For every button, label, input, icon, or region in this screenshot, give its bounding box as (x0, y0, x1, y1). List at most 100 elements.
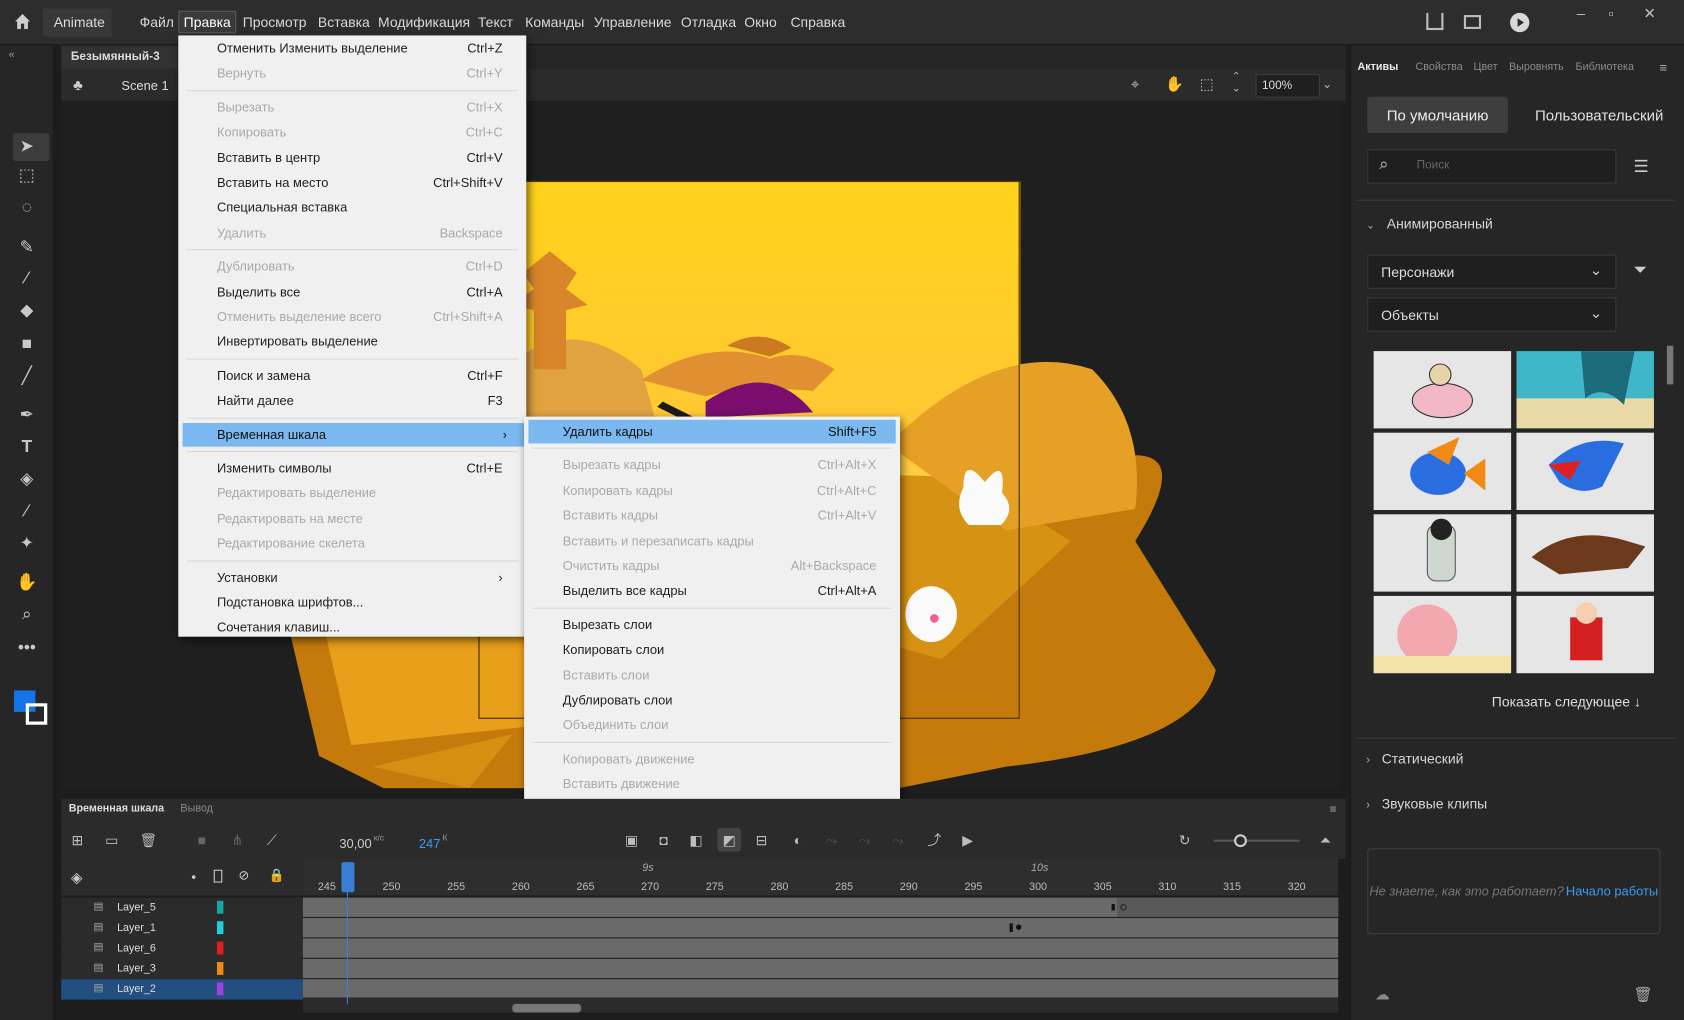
asset-search-field[interactable]: ⌕ Поиск (1367, 149, 1617, 184)
frame-value[interactable]: 247 (419, 836, 441, 851)
timeline-submenu-item[interactable]: Вырезать кадры Ctrl+Alt+X (524, 454, 900, 478)
help-link[interactable]: Начало работы (1566, 884, 1658, 899)
timeline-submenu-item[interactable]: Выделить все кадры Ctrl+Alt+A (524, 579, 900, 603)
remove-frame-icon[interactable]: ⊟ (753, 832, 770, 849)
layer-name[interactable]: Layer_3 (117, 963, 156, 975)
layer-color-swatch[interactable] (216, 962, 224, 975)
timeline-submenu-item[interactable]: Вырезать слои (524, 613, 900, 637)
center-stage-icon[interactable]: ⌖ (1131, 75, 1139, 93)
edit-menu-item[interactable]: Установки › (178, 565, 526, 589)
menu-debug[interactable]: Отладка (681, 14, 736, 30)
collapse-icon[interactable]: « (9, 49, 15, 61)
list-view-icon[interactable]: ☰ (1634, 156, 1649, 177)
new-folder-icon[interactable]: ▭ (103, 832, 120, 849)
panel-menu-icon[interactable]: ≡ (1659, 60, 1667, 75)
layer-color-swatch[interactable] (216, 941, 224, 955)
zoom-icon[interactable]: ⌕ (15, 603, 39, 627)
layer-row[interactable]: ▤ Layer_1 (61, 918, 303, 939)
shape-tween-icon[interactable]: ⤳ (889, 832, 906, 849)
layout-icon[interactable] (1463, 15, 1482, 29)
layer-row[interactable]: ▤ Layer_5 (61, 897, 303, 919)
timeline-submenu-item[interactable]: Копировать слои (524, 638, 900, 662)
edit-menu-item[interactable]: Вырезать Ctrl+X (178, 95, 526, 119)
tab-timeline[interactable]: Временная шкала (69, 803, 164, 815)
menu-file[interactable]: Файл (140, 14, 174, 30)
layer-track[interactable] (302, 958, 1339, 979)
doc-tab[interactable]: Безымянный-3 (61, 46, 180, 70)
menu-window[interactable]: Окно (744, 14, 776, 30)
asset-thumb-mummy[interactable] (1373, 514, 1512, 592)
test-movie-icon[interactable] (1510, 12, 1530, 33)
section-animated[interactable]: ⌄ Анимированный (1366, 216, 1493, 232)
asset-thumb-wolf[interactable] (1516, 514, 1654, 592)
layer-color-swatch[interactable] (216, 982, 224, 996)
timeline-submenu-item[interactable]: Вставить кадры Ctrl+Alt+V (524, 504, 900, 528)
tab-library[interactable]: Библиотека (1576, 61, 1634, 73)
maximize-icon[interactable]: ▫ (1598, 4, 1624, 23)
eraser-icon[interactable]: ◆ (15, 300, 39, 324)
rectangle-icon[interactable]: ■ (15, 333, 39, 357)
layer-row[interactable]: ▤ Layer_6 (61, 938, 303, 959)
asset-thumb-santa[interactable] (1516, 595, 1654, 674)
auto-keyframe-icon[interactable]: ◩ (721, 832, 738, 849)
edit-menu-item[interactable]: Вставить в центр Ctrl+V (178, 146, 526, 170)
tab-assets[interactable]: Активы (1358, 61, 1399, 73)
clip-stage-icon[interactable]: ⬚ (1200, 75, 1214, 93)
pin-icon[interactable]: ✦ (15, 533, 39, 557)
menu-text[interactable]: Текст (478, 14, 513, 30)
layer-track[interactable] (302, 918, 1339, 938)
camera-icon[interactable]: ■ (193, 832, 210, 849)
edit-menu-item[interactable]: Вставить на место Ctrl+Shift+V (178, 171, 526, 195)
asset-thumb-parrot[interactable] (1516, 432, 1654, 511)
edit-menu-item[interactable]: Редактирование скелета (178, 532, 526, 556)
brush-icon[interactable]: ⁄ (15, 267, 39, 291)
assets-scrollbar[interactable] (1666, 345, 1674, 385)
section-sound[interactable]: › Звуковые клипы (1366, 796, 1487, 812)
fps-value[interactable]: 30,00 (339, 836, 371, 851)
eyedropper-icon[interactable]: ⁄ (15, 500, 39, 524)
edit-menu-item[interactable]: Инвертировать выделение (178, 330, 526, 354)
more-tools-icon[interactable]: ••• (15, 637, 39, 661)
layer-row[interactable]: ▤ Layer_3 (61, 958, 303, 980)
layer-name[interactable]: Layer_6 (117, 943, 156, 955)
edit-menu-item[interactable]: Поиск и замена Ctrl+F (178, 364, 526, 388)
graph-icon[interactable]: ⟋ (263, 832, 280, 849)
timeline-submenu-item[interactable]: Объединить слои (524, 713, 900, 737)
timeline-submenu-item[interactable]: Дублировать слои (524, 688, 900, 712)
layer-name[interactable]: Layer_2 (117, 984, 156, 996)
timeline-submenu-item[interactable]: Вставить и перезаписать кадры (524, 529, 900, 553)
edit-menu-item[interactable]: Найти далее F3 (178, 389, 526, 413)
asset-thumb-beach[interactable] (1516, 351, 1654, 429)
paint-brush-icon[interactable]: ✎ (15, 236, 39, 260)
show-more-link[interactable]: Показать следующее ↓ (1492, 694, 1641, 710)
timeline-submenu-item[interactable]: Удалить кадры Shift+F5 (528, 419, 896, 444)
filter-icon[interactable]: ⏷ (1634, 261, 1648, 280)
paint-bucket-icon[interactable]: ◈ (15, 468, 39, 492)
edit-menu-item[interactable]: Временная шкала › (182, 422, 525, 447)
line-icon[interactable]: ╱ (15, 365, 39, 389)
zoom-slider-thumb[interactable] (1234, 834, 1247, 848)
section-static[interactable]: › Статический (1366, 751, 1463, 767)
layer-color-swatch[interactable] (216, 900, 224, 914)
edit-menu-item[interactable]: Отменить выделение всего Ctrl+Shift+A (178, 305, 526, 329)
edit-menu-item[interactable]: Копировать Ctrl+C (178, 120, 526, 144)
lasso-icon[interactable]: ◌ (15, 196, 39, 220)
frame-icon[interactable]: ◧ (687, 832, 704, 849)
loop-icon[interactable]: ↻ (1176, 832, 1193, 849)
tab-align[interactable]: Выровнять (1509, 61, 1564, 73)
edit-menu-item[interactable]: Изменить символы Ctrl+E (178, 456, 526, 480)
share-icon[interactable] (1426, 12, 1444, 31)
menu-insert[interactable]: Вставка (318, 14, 370, 30)
fit-icon[interactable]: ⏶ (1317, 832, 1334, 849)
zoom-field[interactable]: 100% (1255, 74, 1320, 98)
classic-tween-icon[interactable]: ⤳ (856, 832, 873, 849)
timeline-submenu-item[interactable]: Вставить слои (524, 663, 900, 687)
home-icon[interactable] (13, 12, 32, 31)
zoom-slider-track[interactable] (1213, 839, 1300, 842)
new-layer-icon[interactable]: ⊞ (69, 832, 86, 849)
edit-menu-item[interactable]: Сочетания клавиш... (178, 616, 526, 640)
menu-edit[interactable]: Правка (178, 10, 237, 34)
close-icon[interactable]: ✕ (1637, 4, 1663, 23)
tween-icon[interactable]: ⤳ (823, 832, 840, 849)
menu-help[interactable]: Справка (790, 14, 845, 30)
